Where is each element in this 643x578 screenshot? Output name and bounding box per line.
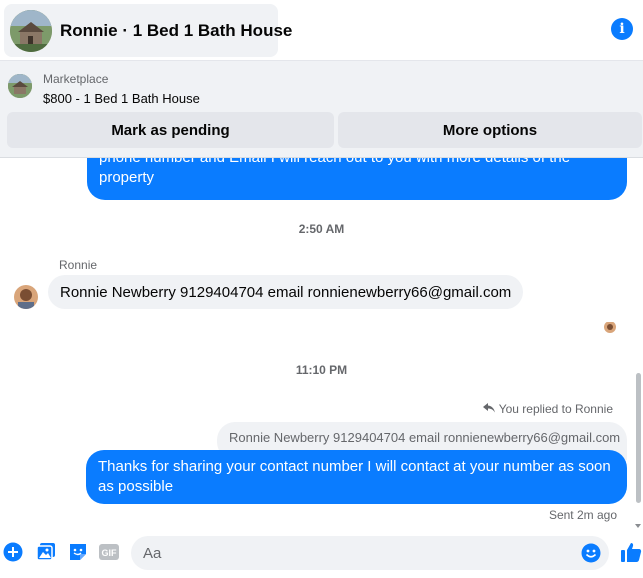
scroll-down-arrow[interactable] [635,524,641,528]
sent-status: Sent 2m ago [548,508,617,522]
listing-avatar [10,9,52,52]
info-icon[interactable]: i [611,18,633,40]
sender-avatar[interactable] [14,285,38,309]
outgoing-message-bubble[interactable]: Thanks for sharing your contact number I… [86,450,627,504]
message-thread[interactable]: phone number and Email I will reach out … [0,158,643,530]
add-plus-icon[interactable] [3,542,23,562]
emoji-icon[interactable] [581,543,601,563]
seen-indicator-avatar [604,321,616,333]
incoming-message-bubble[interactable]: Ronnie Newberry 9129404704 email ronnien… [48,275,524,309]
sender-name: Ronnie [59,258,98,272]
mark-as-pending-button[interactable]: Mark as pending [7,112,334,148]
message-text-line: property [99,169,155,186]
scrollbar-thumb[interactable] [636,373,641,503]
thread-scrollbar[interactable] [633,158,643,530]
photo-icon[interactable] [36,542,56,562]
message-input[interactable]: Aa [131,536,609,570]
reply-indicator: You replied to Ronnie [482,402,613,416]
more-options-button[interactable]: More options [338,112,642,148]
message-composer: GIF Aa [0,530,643,578]
thumbs-up-icon[interactable] [620,541,642,563]
timestamp-divider: 2:50 AM [298,222,345,236]
listing-thumbnail[interactable] [8,74,32,98]
reply-label: You replied to Ronnie [498,402,613,416]
listing-title[interactable]: $800 - 1 Bed 1 Bath House [43,91,200,106]
gif-label: GIF [102,548,118,558]
outgoing-message-bubble[interactable]: phone number and Email I will reach out … [87,158,627,200]
gif-icon[interactable]: GIF [99,542,119,562]
message-input-placeholder: Aa [143,544,162,562]
marketplace-label: Marketplace [43,72,109,86]
chat-header: Ronnie · 1 Bed 1 Bath House i [0,0,643,61]
marketplace-card: Marketplace $800 - 1 Bed 1 Bath House Ma… [0,61,643,158]
conversation-title-chip[interactable]: Ronnie · 1 Bed 1 Bath House [4,4,292,57]
timestamp-divider: 11:10 PM [295,363,348,377]
conversation-title: Ronnie · 1 Bed 1 Bath House [60,20,293,40]
sticker-icon[interactable] [68,542,88,562]
message-text-line: phone number and Email I will reach out … [99,158,615,168]
reply-arrow-icon [482,402,495,416]
